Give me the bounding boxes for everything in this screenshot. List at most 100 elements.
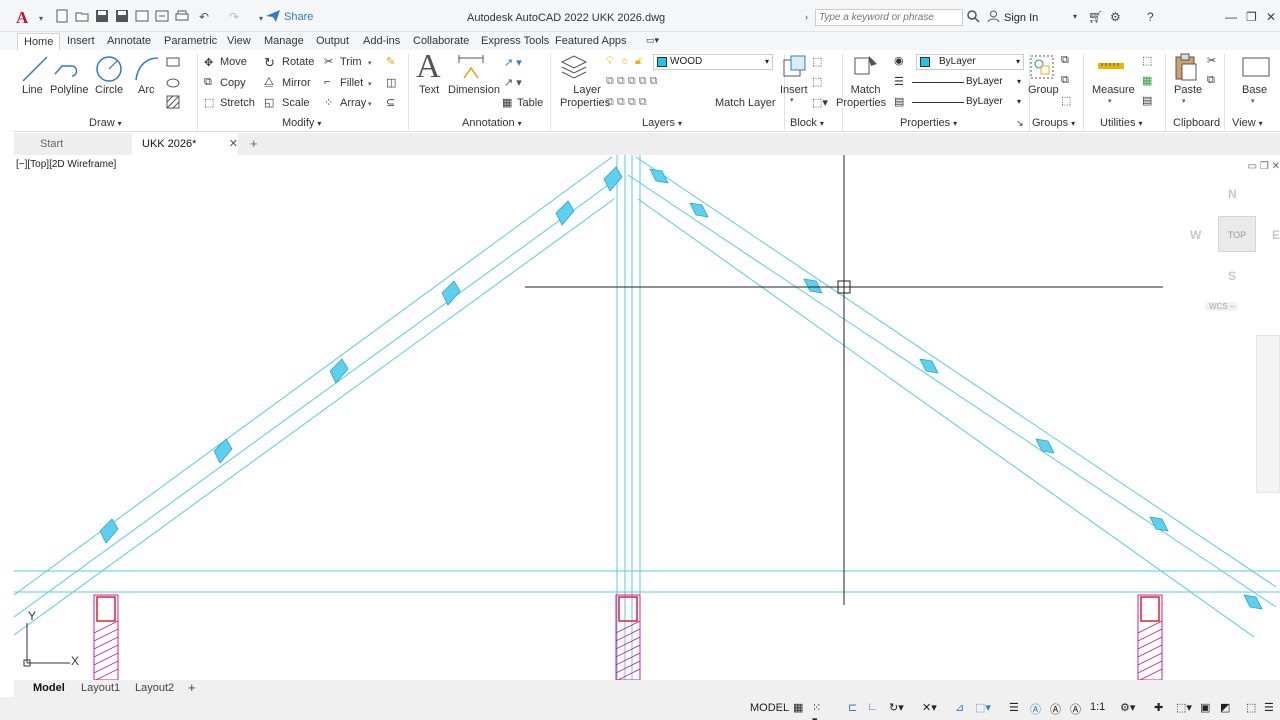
help-icon[interactable]: ? bbox=[1147, 10, 1154, 24]
match-properties-button[interactable]: Match Properties bbox=[836, 84, 886, 110]
edit-block-icon[interactable]: ⬚ bbox=[812, 75, 822, 88]
isodraft-icon[interactable]: ✕▾ bbox=[922, 701, 937, 715]
tab-insert[interactable]: Insert bbox=[61, 33, 101, 49]
tab-layout2[interactable]: Layout2 bbox=[135, 682, 174, 694]
group-selection-icon[interactable]: ⬚ bbox=[1061, 94, 1071, 107]
search-input[interactable] bbox=[815, 9, 963, 26]
scale-button[interactable]: Scale bbox=[282, 97, 310, 109]
infer-constraints-icon[interactable]: ⊏ bbox=[848, 701, 862, 715]
tab-parametric[interactable]: Parametric bbox=[158, 33, 223, 49]
clean-screen-icon[interactable]: ◩ bbox=[1220, 701, 1234, 715]
chevron-down-icon[interactable]: ▾ bbox=[1073, 12, 1077, 21]
layer-tool-icon[interactable]: ⧉ ⧉ ⧉ ⧉ bbox=[606, 96, 647, 109]
tab-express-tools[interactable]: Express Tools bbox=[475, 33, 555, 49]
new-file-icon[interactable] bbox=[54, 9, 70, 25]
redo-icon[interactable]: ↷ bbox=[226, 9, 242, 25]
chevron-down-icon[interactable]: ▾ bbox=[368, 100, 372, 108]
table-button[interactable]: Table bbox=[517, 97, 543, 109]
arc-button[interactable]: Arc bbox=[138, 84, 155, 96]
web-mobile-save-icon[interactable] bbox=[154, 9, 170, 25]
add-layout-icon[interactable]: + bbox=[188, 680, 196, 695]
base-button[interactable]: Base bbox=[1242, 84, 1267, 96]
lineweight-toggle-icon[interactable]: ☰ bbox=[1009, 701, 1023, 715]
rectangle-icon[interactable] bbox=[166, 55, 180, 69]
object-snap-icon[interactable]: ⬚▾ bbox=[975, 701, 991, 715]
plus-icon[interactable]: ✚ bbox=[1154, 701, 1168, 715]
tab-featured-apps[interactable]: Featured Apps bbox=[549, 33, 633, 49]
copy-clip-icon[interactable]: ⧉ bbox=[1207, 74, 1215, 87]
tab-output[interactable]: Output bbox=[310, 33, 355, 49]
chevron-down-icon[interactable]: ▾ bbox=[1182, 97, 1186, 105]
snap-icon[interactable]: ⁙▾ bbox=[812, 701, 826, 720]
offset-icon[interactable]: ⊆ bbox=[386, 96, 395, 109]
quick-calc-icon[interactable]: ▦ bbox=[1142, 74, 1152, 87]
attribute-icon[interactable]: ⬚▾ bbox=[812, 96, 828, 109]
calculator-icon[interactable]: ▤ bbox=[1142, 94, 1152, 107]
viewcube-west[interactable]: W bbox=[1190, 228, 1201, 242]
layers-panel-title[interactable]: Layers ▾ bbox=[642, 117, 682, 129]
view-panel-title[interactable]: View ▾ bbox=[1232, 117, 1263, 129]
tab-annotate[interactable]: Annotate bbox=[101, 33, 157, 49]
annotation-panel-title[interactable]: Annotation ▾ bbox=[462, 117, 522, 129]
insert-button[interactable]: Insert bbox=[780, 84, 808, 96]
tab-layout1[interactable]: Layout1 bbox=[81, 682, 120, 694]
move-button[interactable]: Move bbox=[220, 56, 247, 68]
gradient-icon[interactable] bbox=[166, 95, 180, 109]
layer-properties-button[interactable]: Layer Properties bbox=[560, 84, 610, 110]
viewcube[interactable]: N W E S TOP bbox=[1190, 185, 1280, 305]
dialog-launcher-icon[interactable]: ↘ bbox=[1016, 118, 1024, 129]
search-icon[interactable] bbox=[967, 10, 980, 23]
grid-icon[interactable]: ▦ bbox=[793, 701, 807, 715]
chevron-down-icon[interactable]: ▾ bbox=[1108, 97, 1112, 105]
app-menu-button[interactable]: A bbox=[16, 8, 28, 28]
match-layer-button[interactable]: Match Layer bbox=[715, 97, 776, 109]
web-mobile-icon[interactable] bbox=[134, 9, 150, 25]
text-button[interactable]: Text bbox=[419, 84, 439, 96]
customization-menu-icon[interactable]: ☰ bbox=[1264, 701, 1278, 715]
chevron-down-icon[interactable]: ▾ bbox=[33, 11, 49, 27]
measure-button[interactable]: Measure bbox=[1092, 84, 1135, 96]
linetype-dropdown[interactable]: ByLayer ▾ bbox=[910, 95, 1024, 111]
annotation-scale-icon[interactable]: Ⓐ bbox=[1070, 701, 1084, 716]
user-icon[interactable] bbox=[987, 10, 1000, 23]
rotate-button[interactable]: Rotate bbox=[282, 56, 314, 68]
chevron-down-icon[interactable]: ▾ bbox=[790, 96, 794, 104]
annotation-scale-dropdown[interactable]: 1:1 bbox=[1090, 701, 1118, 715]
tab-collaborate[interactable]: Collaborate bbox=[407, 33, 475, 49]
annotation-autoscale-icon[interactable]: Ⓐ bbox=[1050, 701, 1064, 716]
wcs-menu[interactable]: WCS – bbox=[1205, 302, 1239, 311]
stretch-button[interactable]: Stretch bbox=[220, 97, 255, 109]
isolate-objects-icon[interactable]: ⬚▾ bbox=[1176, 701, 1192, 715]
cart-icon[interactable]: 🛒︎ bbox=[1088, 10, 1103, 24]
create-block-icon[interactable]: ⬚ bbox=[812, 55, 822, 68]
hatch-icon[interactable] bbox=[166, 76, 180, 90]
undo-icon[interactable]: ↶ bbox=[196, 9, 212, 25]
lineweight-dropdown[interactable]: ByLayer ▾ bbox=[910, 75, 1024, 91]
ungroup-icon[interactable]: ⧉ bbox=[1061, 54, 1069, 67]
polyline-button[interactable]: Polyline bbox=[50, 84, 89, 96]
dimension-button[interactable]: Dimension bbox=[448, 84, 500, 96]
tab-current-drawing[interactable]: UKK 2026* ✕ bbox=[132, 133, 238, 155]
save-icon[interactable] bbox=[94, 9, 110, 25]
mirror-button[interactable]: Mirror bbox=[282, 77, 311, 89]
chevron-right-icon[interactable]: › bbox=[805, 12, 808, 22]
group-edit-icon[interactable]: ⧉ bbox=[1061, 74, 1069, 87]
drawing-canvas[interactable]: XY [−][Top][2D Wireframe] ▭ ❐ ✕ N W E S … bbox=[14, 155, 1280, 680]
plot-icon[interactable] bbox=[174, 9, 190, 25]
polar-icon[interactable]: ↻▾ bbox=[889, 701, 904, 715]
share-icon[interactable] bbox=[266, 10, 280, 22]
model-space-button[interactable]: MODEL bbox=[750, 702, 789, 714]
app-connect-icon[interactable]: ⚙︎ bbox=[1110, 10, 1121, 24]
navigation-bar[interactable] bbox=[1256, 335, 1280, 493]
tab-view[interactable]: View bbox=[221, 33, 257, 49]
erase-icon[interactable]: ✎ bbox=[386, 55, 395, 68]
sign-in-button[interactable]: Sign In bbox=[1004, 12, 1038, 24]
color-dropdown[interactable]: ByLayer ▾ bbox=[916, 54, 1024, 70]
leader-options-icon[interactable]: ↗︎ ▾ bbox=[504, 76, 522, 89]
gear-icon[interactable]: ⚙▾ bbox=[1120, 701, 1135, 715]
tab-home[interactable]: Home bbox=[17, 33, 61, 50]
utilities-panel-title[interactable]: Utilities ▾ bbox=[1100, 117, 1142, 129]
tab-model[interactable]: Model bbox=[33, 682, 65, 694]
ortho-icon[interactable]: ∟ bbox=[867, 701, 881, 715]
array-button[interactable]: Array bbox=[340, 97, 366, 109]
